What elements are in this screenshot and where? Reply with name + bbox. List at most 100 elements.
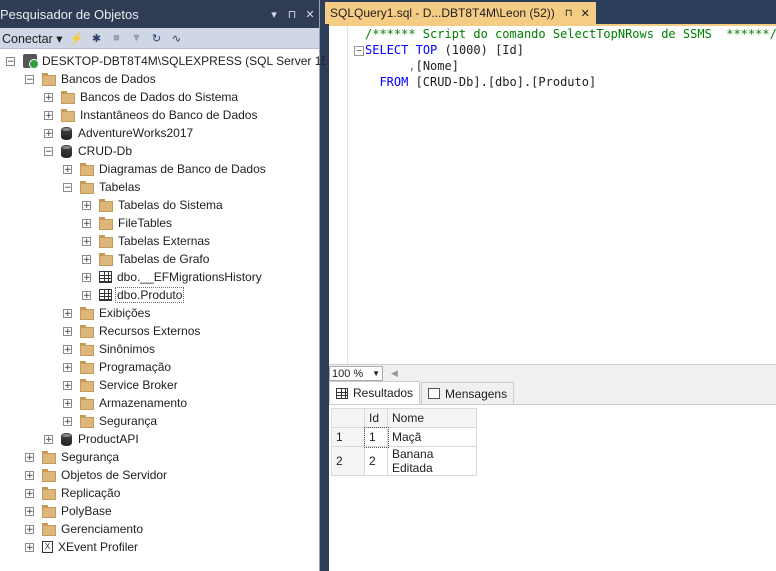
expand-icon[interactable]: +	[63, 416, 72, 426]
tree-node[interactable]: + Tabelas de Grafo	[82, 250, 209, 268]
grid-corner	[331, 408, 365, 428]
row-number[interactable]: 2	[331, 446, 365, 476]
expand-icon[interactable]: +	[63, 164, 72, 174]
tree-node[interactable]: + Sinônimos	[63, 340, 155, 358]
connect-button[interactable]: Conectar ▾	[0, 31, 67, 46]
collapse-icon[interactable]: −	[63, 182, 72, 192]
cell-nome[interactable]: Maçã	[387, 427, 477, 447]
expand-icon[interactable]: +	[63, 326, 72, 336]
expand-icon[interactable]: +	[44, 92, 53, 102]
expand-icon[interactable]: +	[82, 290, 91, 300]
expand-icon[interactable]: +	[63, 398, 72, 408]
collapse-icon[interactable]: −	[6, 56, 15, 66]
pin-icon[interactable]: ⊓	[283, 8, 301, 21]
tree-node-label: Segurança	[99, 414, 158, 428]
tab-mensagens[interactable]: Mensagens	[421, 382, 515, 404]
expand-icon[interactable]: +	[25, 488, 34, 498]
folder-icon	[61, 90, 75, 104]
tree-node[interactable]: + Programação	[63, 358, 171, 376]
expand-icon[interactable]: +	[82, 236, 91, 246]
tree-node[interactable]: + Exibições	[63, 304, 150, 322]
tree-node[interactable]: + PolyBase	[25, 502, 112, 520]
tree-node[interactable]: + Diagramas de Banco de Dados	[63, 160, 266, 178]
expand-icon[interactable]: +	[25, 506, 34, 516]
tree-node[interactable]: + FileTables	[82, 214, 172, 232]
expand-icon[interactable]: +	[25, 452, 34, 462]
collapse-icon[interactable]: −	[354, 46, 364, 56]
activity-monitor-icon[interactable]: ∿	[167, 32, 187, 45]
tree-node[interactable]: + Instantâneos do Banco de Dados	[44, 106, 257, 124]
column-header-nome[interactable]: Nome	[387, 408, 477, 428]
collapse-icon[interactable]: −	[25, 74, 34, 84]
expand-icon[interactable]: +	[44, 434, 53, 444]
tab-resultados[interactable]: Resultados	[329, 381, 421, 404]
tree-node-label: DESKTOP-DBT8T4M\SQLEXPRESS (SQL Server 1…	[42, 54, 355, 68]
expand-icon[interactable]: +	[82, 200, 91, 210]
expand-icon[interactable]: +	[44, 110, 53, 120]
close-icon[interactable]: ✕	[301, 8, 319, 21]
tree-node[interactable]: + Objetos de Servidor	[25, 466, 167, 484]
tree-node[interactable]: + Replicação	[25, 484, 120, 502]
tree-node[interactable]: + dbo.__EFMigrationsHistory	[82, 268, 262, 286]
expand-icon[interactable]: +	[63, 362, 72, 372]
zoom-select[interactable]: 100 % ▼	[329, 366, 383, 381]
tree-node-label: Bancos de Dados do Sistema	[80, 90, 239, 104]
tree-node[interactable]: + Tabelas do Sistema	[82, 196, 223, 214]
window-position-dropdown-icon[interactable]: ▾	[265, 8, 283, 21]
cell-nome[interactable]: Banana Editada	[387, 446, 477, 476]
tab-pin-icon[interactable]: ⊓	[565, 8, 573, 19]
tree-node[interactable]: − DESKTOP-DBT8T4M\SQLEXPRESS (SQL Server …	[6, 52, 355, 70]
refresh-icon[interactable]: ↻	[147, 32, 167, 45]
tree-node-label: dbo.__EFMigrationsHistory	[117, 270, 262, 284]
tab-sqlquery1[interactable]: SQLQuery1.sql - D...DBT8T4M\Leon (52)) ⊓…	[325, 2, 596, 24]
server-icon	[23, 54, 39, 69]
tree-node-label: Tabelas Externas	[118, 234, 211, 248]
tree-node[interactable]: + X XEvent Profiler	[25, 538, 138, 556]
expand-icon[interactable]: +	[82, 272, 91, 282]
filter-icon[interactable]: ▼	[127, 32, 147, 44]
expand-icon[interactable]: +	[25, 470, 34, 480]
tree-node[interactable]: − CRUD-Db	[44, 142, 132, 160]
row-number[interactable]: 1	[331, 427, 365, 447]
tree-node[interactable]: + Service Broker	[63, 376, 178, 394]
tree-node[interactable]: + Segurança	[25, 448, 119, 466]
tree-node-label: ProductAPI	[78, 432, 139, 446]
tree-node[interactable]: + Gerenciamento	[25, 520, 143, 538]
results-grid[interactable]: Id Nome 1 1 Maçã 2 2 Banana Editada	[331, 408, 477, 476]
disconnect-icon[interactable]: ✱	[87, 32, 107, 45]
table-row[interactable]: 1 1 Maçã	[331, 426, 477, 448]
cell-id[interactable]: 2	[364, 446, 388, 476]
tree-node[interactable]: + Armazenamento	[63, 394, 187, 412]
column-nome: [Nome]	[415, 59, 459, 73]
tree-node[interactable]: + Bancos de Dados do Sistema	[44, 88, 238, 106]
tree-node[interactable]: + Segurança	[63, 412, 157, 430]
expand-icon[interactable]: +	[44, 128, 53, 138]
expand-icon[interactable]: +	[63, 344, 72, 354]
tree-node[interactable]: + AdventureWorks2017	[44, 124, 193, 142]
tree-node[interactable]: + Recursos Externos	[63, 322, 200, 340]
expand-icon[interactable]: +	[82, 218, 91, 228]
tree-node[interactable]: + Tabelas Externas	[82, 232, 210, 250]
connect-plug-icon[interactable]: ⚡	[67, 32, 87, 45]
expand-icon[interactable]: +	[25, 524, 34, 534]
tree-node[interactable]: + dbo.Produto	[82, 286, 185, 304]
expand-icon[interactable]: +	[63, 380, 72, 390]
tree-node-label: Gerenciamento	[61, 522, 144, 536]
cell-id[interactable]: 1	[363, 426, 389, 448]
expand-icon[interactable]: +	[63, 308, 72, 318]
expand-icon[interactable]: +	[82, 254, 91, 264]
column-header-id[interactable]: Id	[364, 408, 388, 428]
tree-node-label: Diagramas de Banco de Dados	[99, 162, 266, 176]
tree-node[interactable]: + ProductAPI	[44, 430, 139, 448]
scroll-left-icon[interactable]: ◀	[391, 368, 398, 379]
tree-node-label: Recursos Externos	[99, 324, 201, 338]
expand-icon[interactable]: +	[25, 542, 34, 552]
table-row[interactable]: 2 2 Banana Editada	[331, 446, 477, 476]
tree-node[interactable]: − Tabelas	[63, 178, 140, 196]
tree-node[interactable]: − Bancos de Dados	[25, 70, 156, 88]
stop-icon[interactable]: ■	[107, 32, 127, 44]
collapse-icon[interactable]: −	[44, 146, 53, 156]
tree-node-label: Exibições	[99, 306, 151, 320]
query-editor[interactable]: /****** Script do comando SelectTopNRows…	[329, 24, 776, 366]
tab-close-icon[interactable]: ✕	[581, 7, 590, 20]
